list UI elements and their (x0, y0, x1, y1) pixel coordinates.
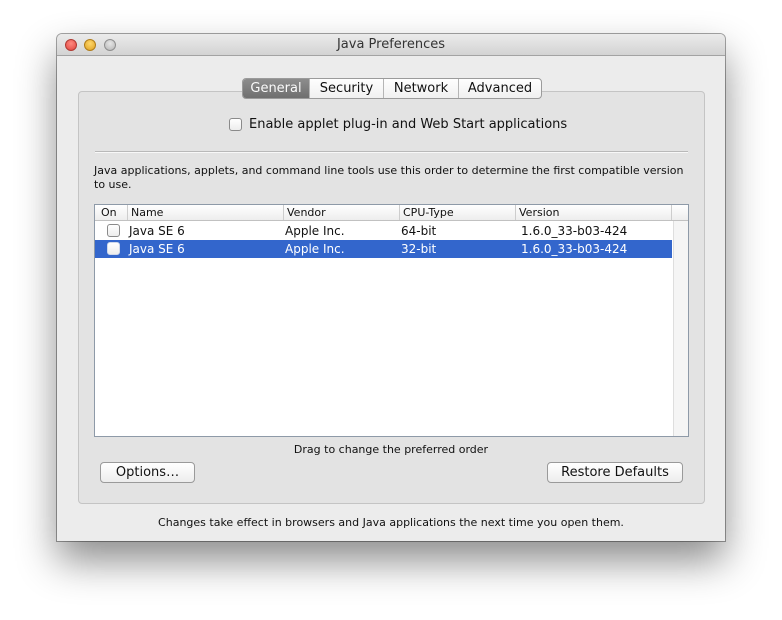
separator (95, 151, 688, 153)
table-row[interactable]: Java SE 6 Apple Inc. 64-bit 1.6.0_33-b03… (95, 222, 672, 240)
desktop-background: Java Preferences General Security Networ… (0, 0, 782, 620)
column-header-cpu-type[interactable]: CPU-Type (400, 205, 516, 220)
order-description: Java applications, applets, and command … (94, 164, 684, 191)
java-preferences-window: Java Preferences General Security Networ… (57, 34, 725, 541)
tab-advanced[interactable]: Advanced (459, 79, 541, 98)
column-header-name[interactable]: Name (128, 205, 284, 220)
footer-note: Changes take effect in browsers and Java… (158, 516, 624, 529)
table-scrollbar[interactable] (673, 221, 688, 436)
table-row-selected[interactable]: Java SE 6 Apple Inc. 32-bit 1.6.0_33-b03… (95, 240, 672, 258)
table-header: On Name Vendor CPU-Type Version (95, 205, 688, 221)
row-cpu-type: 64-bit (401, 224, 437, 238)
enable-applet-label[interactable]: Enable applet plug-in and Web Start appl… (249, 117, 567, 133)
row-name: Java SE 6 (129, 224, 185, 238)
java-versions-table: On Name Vendor CPU-Type Version Java SE … (94, 204, 689, 437)
tab-network[interactable]: Network (384, 79, 459, 98)
tab-general[interactable]: General (243, 79, 310, 98)
row-vendor: Apple Inc. (285, 224, 345, 238)
column-header-on[interactable]: On (95, 205, 128, 220)
tab-security[interactable]: Security (310, 79, 384, 98)
title-bar[interactable]: Java Preferences (57, 34, 725, 56)
row-enabled-checkbox[interactable] (107, 242, 120, 255)
row-enabled-checkbox[interactable] (107, 224, 120, 237)
tab-bar: General Security Network Advanced (242, 78, 542, 99)
drag-hint: Drag to change the preferred order (293, 443, 489, 456)
row-cpu-type: 32-bit (401, 242, 437, 256)
row-version: 1.6.0_33-b03-424 (521, 242, 628, 256)
column-header-version[interactable]: Version (516, 205, 672, 220)
column-header-vendor[interactable]: Vendor (284, 205, 400, 220)
restore-defaults-button[interactable]: Restore Defaults (547, 462, 683, 483)
window-title: Java Preferences (336, 37, 446, 52)
options-button[interactable]: Options… (100, 462, 195, 483)
row-version: 1.6.0_33-b03-424 (521, 224, 628, 238)
row-vendor: Apple Inc. (285, 242, 345, 256)
enable-applet-checkbox[interactable] (229, 118, 242, 131)
row-name: Java SE 6 (129, 242, 185, 256)
